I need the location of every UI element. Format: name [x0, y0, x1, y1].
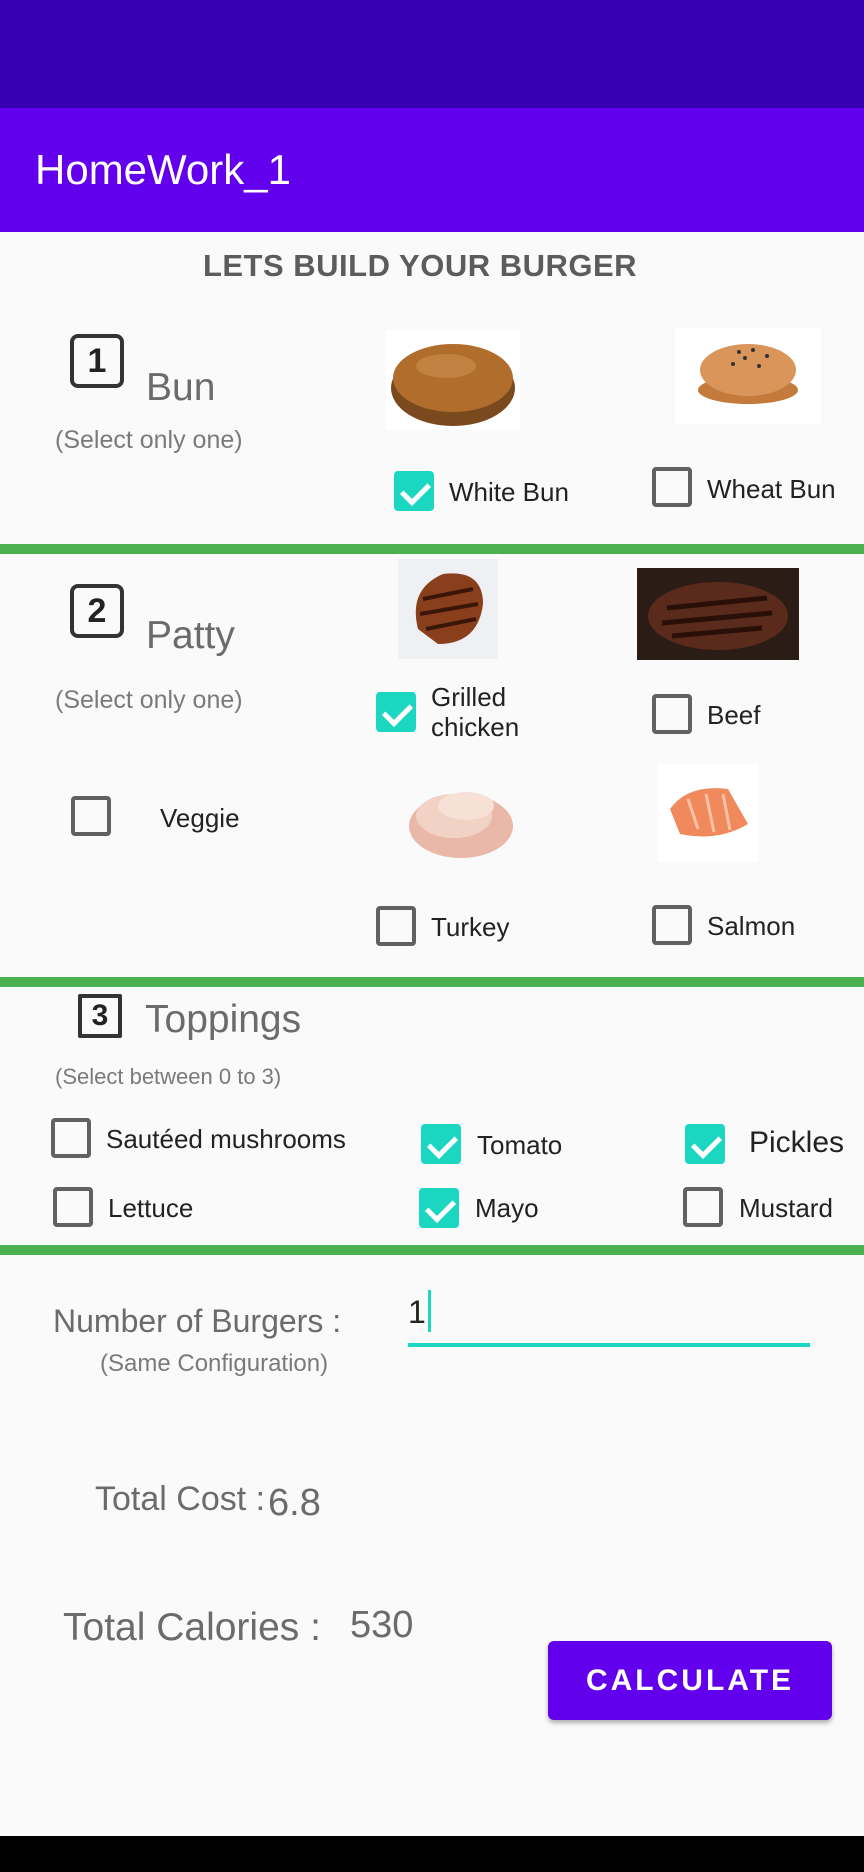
turkey-image	[404, 776, 518, 864]
burger-count-label: Number of Burgers :	[53, 1303, 342, 1339]
app-title: HomeWork_1	[35, 146, 291, 193]
patty-section-subtitle: (Select only one)	[55, 686, 243, 714]
mayo-checkbox[interactable]	[419, 1188, 459, 1228]
navigation-bar	[0, 1836, 864, 1872]
wheat-bun-label: Wheat Bun	[707, 474, 836, 504]
total-cost-label: Total Cost :	[95, 1480, 266, 1518]
turkey-checkbox[interactable]	[376, 906, 416, 946]
lettuce-label: Lettuce	[108, 1193, 194, 1223]
bun-section-title: Bun	[146, 366, 216, 409]
pickles-label: Pickles	[749, 1126, 845, 1159]
grilled-chicken-label: Grilled chicken	[431, 682, 520, 742]
calculate-button[interactable]: CALCULATE	[548, 1641, 832, 1720]
text-cursor	[428, 1290, 431, 1332]
pickles-checkbox[interactable]	[685, 1124, 725, 1164]
toppings-section-subtitle: (Select between 0 to 3)	[55, 1064, 282, 1089]
section-divider	[0, 544, 864, 554]
grilled-chicken-checkbox[interactable]	[376, 692, 416, 732]
burger-count-underline	[408, 1343, 810, 1347]
mushrooms-label: Sautéed mushrooms	[106, 1124, 346, 1154]
total-calories-value: 530	[350, 1604, 414, 1646]
status-bar	[0, 0, 864, 108]
beef-image	[637, 568, 799, 660]
page-heading: LETS BUILD YOUR BURGER	[202, 248, 638, 283]
mustard-checkbox[interactable]	[683, 1187, 723, 1227]
mayo-label: Mayo	[475, 1193, 539, 1223]
salmon-checkbox[interactable]	[652, 905, 692, 945]
mustard-label: Mustard	[739, 1193, 833, 1223]
tomato-label: Tomato	[477, 1130, 563, 1160]
white-bun-label: White Bun	[449, 477, 569, 507]
section-divider	[0, 1245, 864, 1255]
veggie-checkbox[interactable]	[71, 796, 111, 836]
step-3-badge: 3	[78, 994, 122, 1038]
toppings-section-title: Toppings	[145, 998, 302, 1041]
section-divider	[0, 977, 864, 987]
salmon-image	[658, 764, 758, 862]
lettuce-checkbox[interactable]	[53, 1187, 93, 1227]
bun-section-subtitle: (Select only one)	[55, 426, 243, 454]
grilled-chicken-image	[398, 559, 498, 659]
wheat-bun-checkbox[interactable]	[652, 467, 692, 507]
burger-count-input[interactable]: 1	[408, 1294, 426, 1331]
beef-label: Beef	[707, 700, 761, 730]
tomato-checkbox[interactable]	[421, 1124, 461, 1164]
white-bun-image	[386, 330, 520, 430]
veggie-label: Veggie	[160, 803, 240, 833]
total-calories-label: Total Calories :	[63, 1606, 321, 1649]
burger-count-sublabel: (Same Configuration)	[100, 1350, 329, 1377]
step-1-badge: 1	[70, 334, 124, 388]
total-cost-value: 6.8	[268, 1482, 321, 1524]
salmon-label: Salmon	[707, 911, 796, 941]
patty-section-title: Patty	[146, 614, 235, 657]
turkey-label: Turkey	[431, 912, 510, 942]
white-bun-checkbox[interactable]	[394, 471, 434, 511]
wheat-bun-image	[675, 328, 821, 424]
mushrooms-checkbox[interactable]	[51, 1118, 91, 1158]
step-2-badge: 2	[70, 584, 124, 638]
beef-checkbox[interactable]	[652, 694, 692, 734]
